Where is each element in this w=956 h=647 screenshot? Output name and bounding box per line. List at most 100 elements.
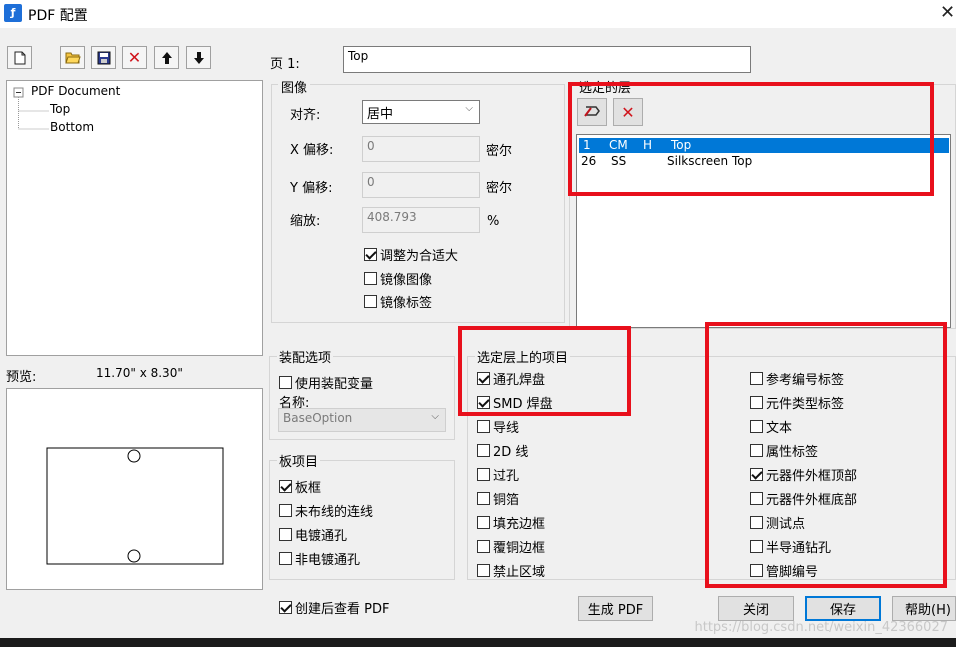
board-item-label: 板框 bbox=[295, 481, 322, 496]
layer-item-label: 过孔 bbox=[493, 469, 520, 484]
mirror-label-checkbox[interactable]: 镜像标签 bbox=[364, 292, 432, 311]
layer-item-checkbox[interactable]: 填充边框 bbox=[477, 513, 545, 532]
layer-item-label: 填充边框 bbox=[493, 517, 546, 532]
help-button[interactable]: 帮助(H) bbox=[892, 596, 956, 621]
tree-root[interactable]: PDF Document bbox=[31, 84, 120, 98]
layer-item-checkbox[interactable]: 参考编号标签 bbox=[750, 369, 844, 388]
y-offset-label: Y 偏移: bbox=[290, 181, 333, 196]
layer-item-checkbox[interactable]: 过孔 bbox=[477, 465, 519, 484]
use-variant-checkbox[interactable]: 使用装配变量 bbox=[279, 373, 373, 392]
layer-item-box[interactable] bbox=[477, 396, 490, 409]
layer-item-box[interactable] bbox=[477, 468, 490, 481]
layer-link-icon[interactable] bbox=[577, 98, 607, 126]
board-item-label: 非电镀通孔 bbox=[295, 553, 361, 568]
layer-item-label: 测试点 bbox=[766, 517, 806, 532]
board-item-box[interactable] bbox=[279, 504, 292, 517]
layer-item-box[interactable] bbox=[477, 516, 490, 529]
layer-item-checkbox[interactable]: 元器件外框底部 bbox=[750, 489, 857, 508]
layer-item-box[interactable] bbox=[750, 444, 763, 457]
fit-checkbox-box[interactable] bbox=[364, 248, 377, 261]
layer-row-name: Top bbox=[671, 138, 692, 152]
layer-item-label: 元器件外框顶部 bbox=[766, 469, 858, 484]
layer-item-label: 管脚编号 bbox=[766, 565, 819, 580]
layer-item-box[interactable] bbox=[750, 420, 763, 433]
use-variant-label: 使用装配变量 bbox=[295, 377, 374, 392]
layer-item-box[interactable] bbox=[477, 564, 490, 577]
layer-row[interactable]: 1 CM H Top bbox=[579, 138, 949, 153]
layer-item-box[interactable] bbox=[750, 516, 763, 529]
scale-unit: % bbox=[487, 214, 500, 229]
layer-item-checkbox[interactable]: 铜箔 bbox=[477, 489, 519, 508]
layer-item-box[interactable] bbox=[750, 396, 763, 409]
y-offset-input[interactable]: 0 bbox=[362, 172, 480, 198]
layer-item-checkbox[interactable]: 通孔焊盘 bbox=[477, 369, 545, 388]
layer-item-checkbox[interactable]: 禁止区域 bbox=[477, 561, 545, 580]
assembly-name-value: BaseOption bbox=[283, 411, 353, 425]
scale-input[interactable]: 408.793 bbox=[362, 207, 480, 233]
layer-item-checkbox[interactable]: 文本 bbox=[750, 417, 792, 436]
generate-pdf-button[interactable]: 生成 PDF bbox=[578, 596, 653, 621]
selected-layers-list[interactable]: 1 CM H Top 26 SS Silkscreen Top bbox=[576, 134, 951, 328]
tree-item-bottom[interactable]: Bottom bbox=[50, 120, 94, 134]
tree-item-top[interactable]: Top bbox=[50, 102, 70, 116]
open-folder-icon[interactable] bbox=[60, 46, 85, 69]
remove-x-icon[interactable]: ✕ bbox=[613, 98, 643, 126]
layer-item-box[interactable] bbox=[477, 540, 490, 553]
layer-item-box[interactable] bbox=[477, 444, 490, 457]
board-item-box[interactable] bbox=[279, 480, 292, 493]
board-item-box[interactable] bbox=[279, 528, 292, 541]
layer-item-checkbox[interactable]: 半导通钻孔 bbox=[750, 537, 831, 556]
layer-item-box[interactable] bbox=[750, 492, 763, 505]
close-button[interactable]: 关闭 bbox=[718, 596, 794, 621]
layer-item-box[interactable] bbox=[477, 420, 490, 433]
board-item-label: 电镀通孔 bbox=[295, 529, 348, 544]
layer-item-label: SMD 焊盘 bbox=[493, 397, 553, 412]
assembly-name-select[interactable]: BaseOption ⌵ bbox=[278, 408, 446, 432]
mirror-image-checkbox-box[interactable] bbox=[364, 272, 377, 285]
new-icon[interactable] bbox=[7, 46, 32, 69]
mirror-image-checkbox[interactable]: 镜像图像 bbox=[364, 269, 432, 288]
mirror-label-checkbox-box[interactable] bbox=[364, 295, 377, 308]
layer-item-checkbox[interactable]: 元器件外框顶部 bbox=[750, 465, 857, 484]
layer-item-box[interactable] bbox=[750, 372, 763, 385]
board-item-checkbox[interactable]: 未布线的连线 bbox=[279, 501, 373, 520]
move-up-arrow-icon[interactable] bbox=[154, 46, 179, 69]
layer-row-code: CM bbox=[609, 138, 628, 152]
save-disk-icon[interactable] bbox=[91, 46, 116, 69]
layer-item-box[interactable] bbox=[477, 372, 490, 385]
fit-checkbox[interactable]: 调整为合适大 bbox=[364, 245, 464, 264]
document-tree[interactable]: PDF Document Top Bottom bbox=[6, 80, 263, 356]
layer-item-label: 属性标签 bbox=[766, 445, 819, 460]
use-variant-checkbox-box[interactable] bbox=[279, 376, 292, 389]
save-button[interactable]: 保存 bbox=[805, 596, 881, 621]
layer-item-checkbox[interactable]: SMD 焊盘 bbox=[477, 393, 553, 412]
delete-x-icon[interactable]: ✕ bbox=[122, 46, 147, 69]
layer-item-label: 通孔焊盘 bbox=[493, 373, 546, 388]
layer-item-checkbox[interactable]: 2D 线 bbox=[477, 441, 528, 460]
board-item-checkbox[interactable]: 板框 bbox=[279, 477, 321, 496]
view-after-checkbox[interactable]: 创建后查看 PDF bbox=[279, 598, 389, 617]
layer-item-checkbox[interactable]: 覆铜边框 bbox=[477, 537, 545, 556]
layer-item-checkbox[interactable]: 管脚编号 bbox=[750, 561, 818, 580]
view-after-checkbox-box[interactable] bbox=[279, 601, 292, 614]
align-select[interactable]: 居中 ⌵ bbox=[362, 100, 480, 124]
layer-item-box[interactable] bbox=[750, 540, 763, 553]
move-down-arrow-icon[interactable] bbox=[186, 46, 211, 69]
layer-item-box[interactable] bbox=[750, 468, 763, 481]
fit-checkbox-label: 调整为合适大 bbox=[380, 249, 459, 264]
x-offset-input[interactable]: 0 bbox=[362, 136, 480, 162]
page-label: 页 1: bbox=[270, 57, 300, 72]
board-item-checkbox[interactable]: 电镀通孔 bbox=[279, 525, 347, 544]
layer-item-checkbox[interactable]: 导线 bbox=[477, 417, 519, 436]
board-item-box[interactable] bbox=[279, 552, 292, 565]
board-item-checkbox[interactable]: 非电镀通孔 bbox=[279, 549, 360, 568]
selected-layers-heading: 选定的层 bbox=[577, 77, 634, 96]
layer-item-box[interactable] bbox=[750, 564, 763, 577]
layer-item-checkbox[interactable]: 测试点 bbox=[750, 513, 805, 532]
layer-item-label: 半导通钻孔 bbox=[766, 541, 832, 556]
layer-item-checkbox[interactable]: 属性标签 bbox=[750, 441, 818, 460]
layer-item-box[interactable] bbox=[477, 492, 490, 505]
page-name-input[interactable]: Top bbox=[343, 46, 751, 73]
close-icon[interactable]: ✕ bbox=[940, 2, 955, 23]
layer-item-checkbox[interactable]: 元件类型标签 bbox=[750, 393, 844, 412]
